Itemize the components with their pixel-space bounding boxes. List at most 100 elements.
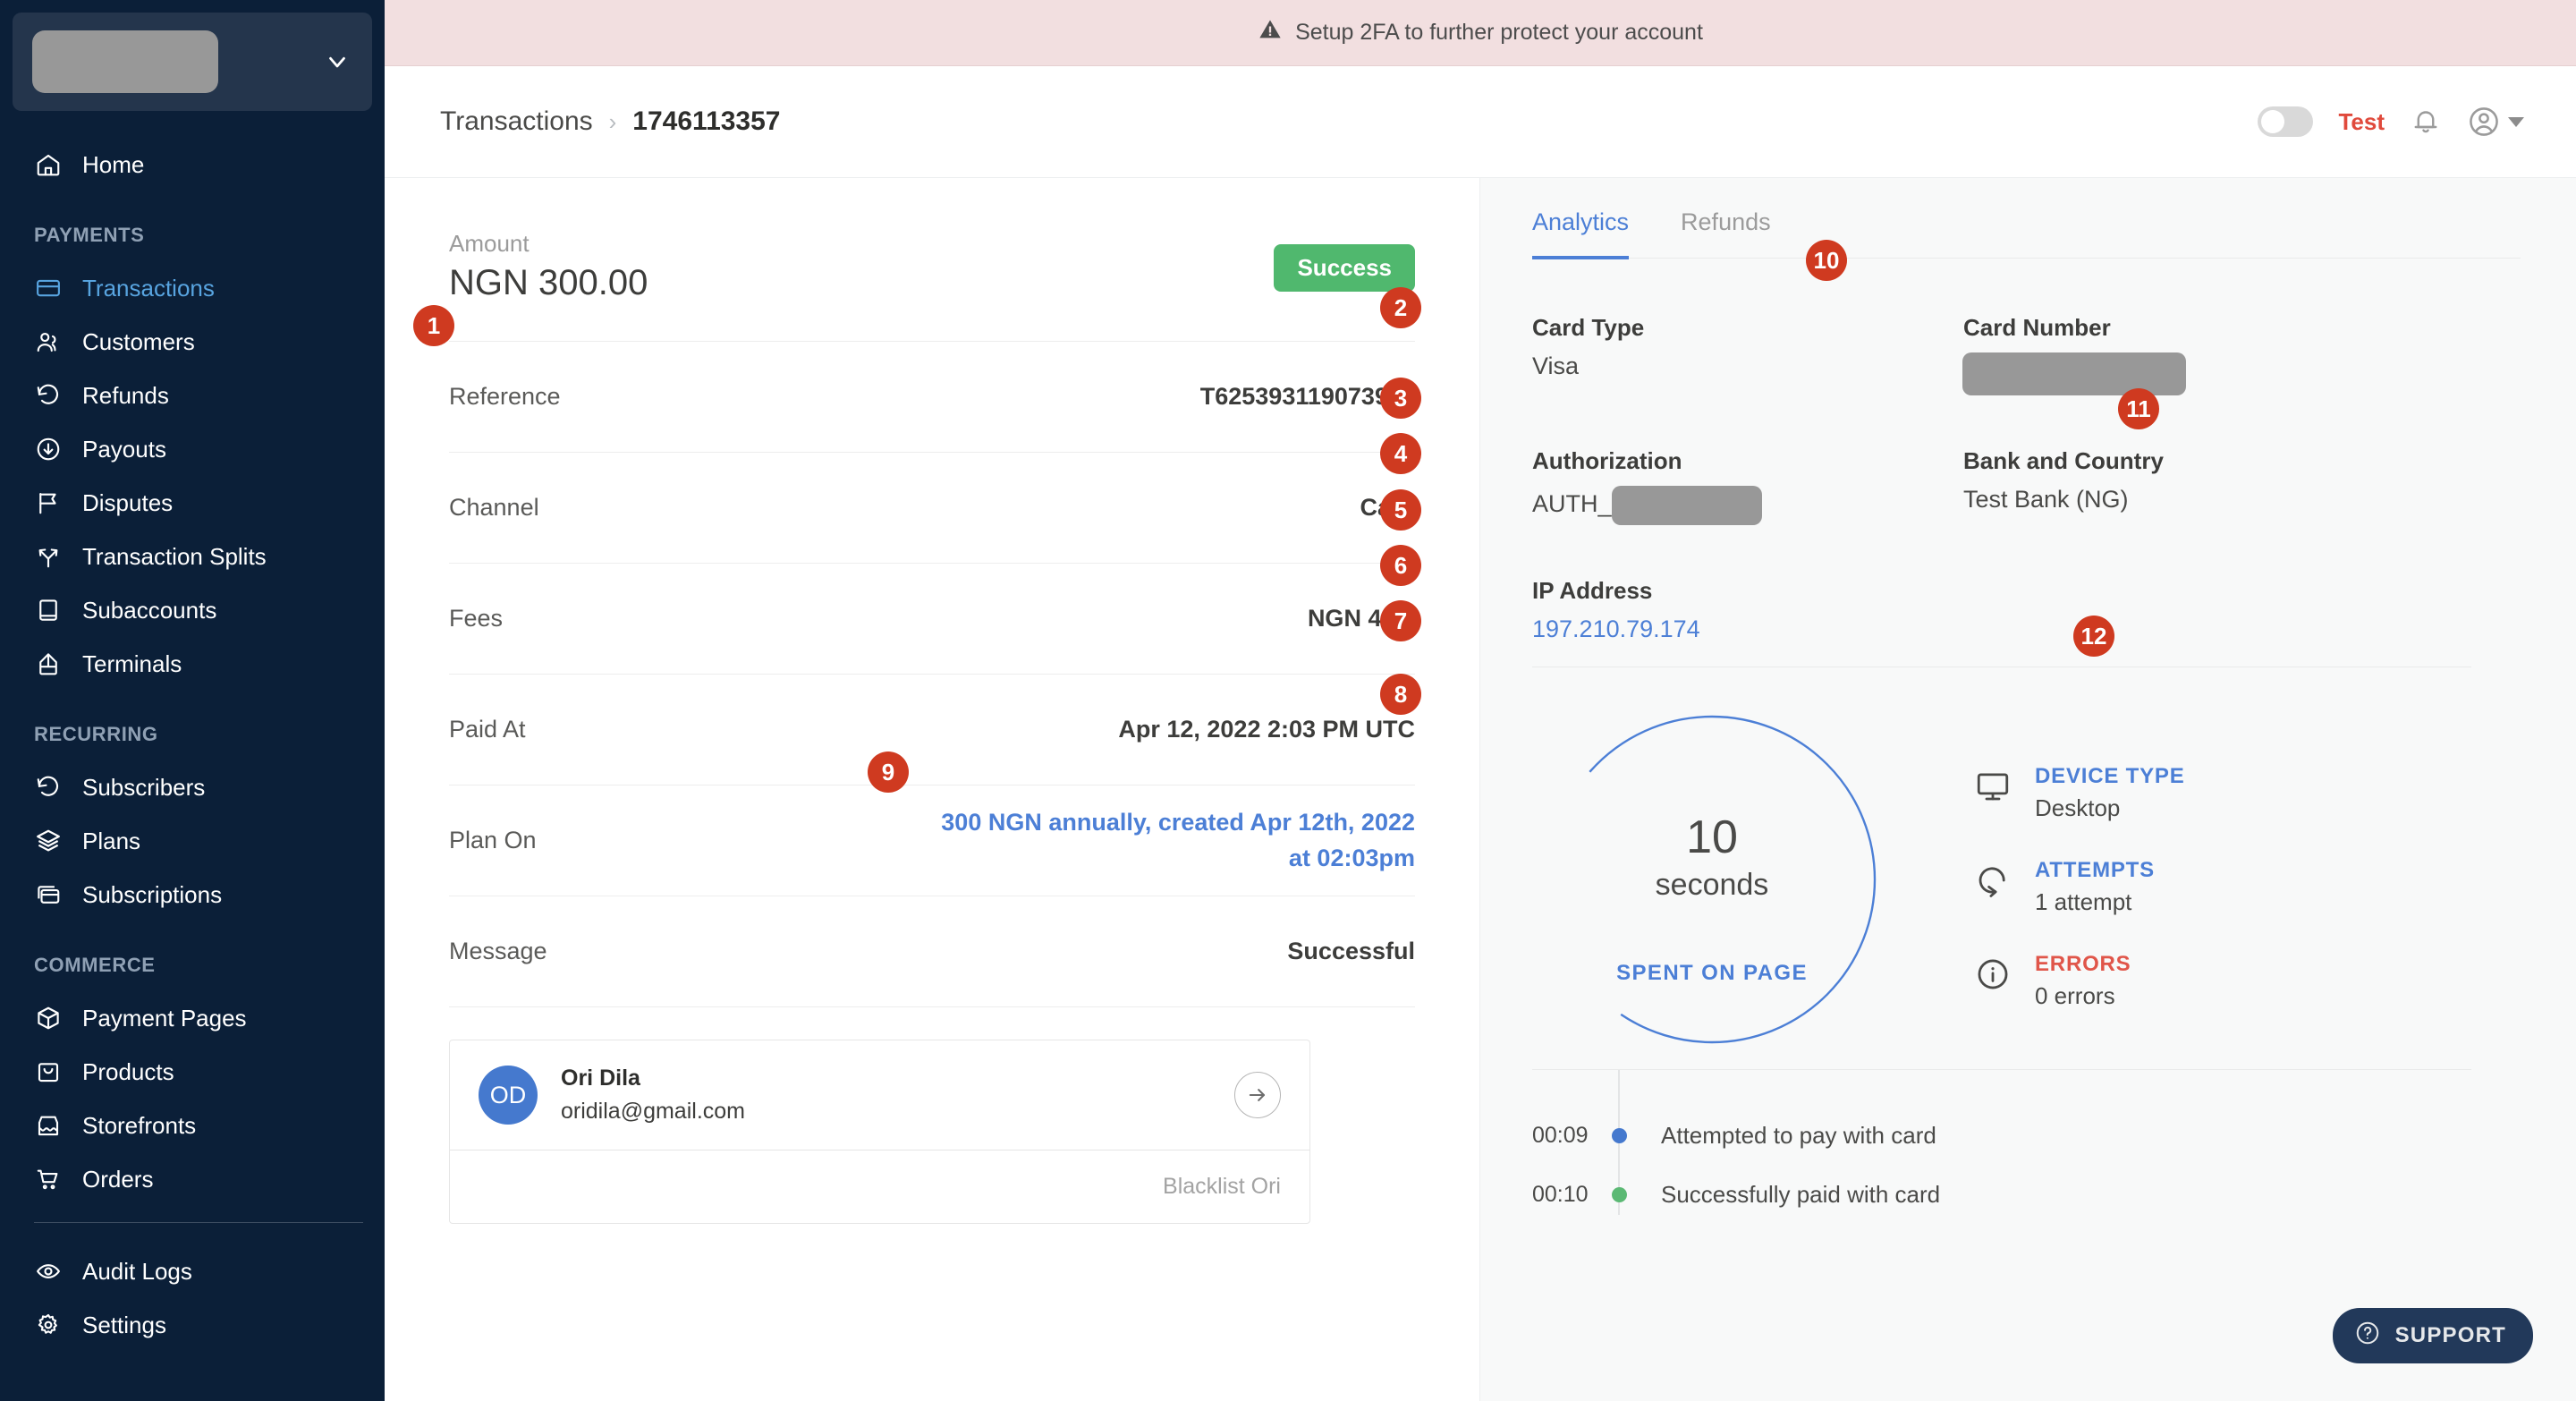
- book-icon: [34, 596, 63, 624]
- gear-icon: [34, 1311, 63, 1339]
- sidebar-item-orders[interactable]: Orders: [0, 1152, 385, 1206]
- field-ip-address: IP Address 197.210.79.174: [1532, 577, 1963, 643]
- gauge-number: 10: [1686, 811, 1738, 863]
- sidebar-item-storefronts[interactable]: Storefronts: [0, 1099, 385, 1152]
- main-area: Setup 2FA to further protect your accoun…: [385, 0, 2576, 1401]
- list-item: 00:09 Attempted to pay with card: [1532, 1106, 2471, 1165]
- sidebar-item-transactions[interactable]: Transactions: [0, 261, 385, 315]
- stat-value: Desktop: [2035, 794, 2121, 821]
- sidebar-item-terminals[interactable]: Terminals: [0, 637, 385, 691]
- stat-value: 0 errors: [2035, 982, 2115, 1009]
- plan-link[interactable]: 300 NGN annually, created Apr 12th, 2022…: [932, 805, 1415, 875]
- row-value: Apr 12, 2022 2:03 PM UTC: [1118, 716, 1415, 743]
- field-label: Card Number: [1963, 314, 2111, 341]
- sidebar-item-label: Subaccounts: [82, 596, 217, 624]
- sidebar-item-refunds[interactable]: Refunds: [0, 369, 385, 422]
- field-label: Authorization: [1532, 447, 1682, 474]
- annotation-badge-11: 11: [2118, 388, 2159, 429]
- amount-label: Amount: [449, 230, 530, 257]
- breadcrumb-current: 1746113357: [632, 106, 781, 136]
- annotation-badge-2: 2: [1380, 287, 1421, 328]
- timeline-dot: [1612, 1127, 1627, 1143]
- page-header: Transactions › 1746113357 Test: [385, 66, 2576, 178]
- stat-title: ATTEMPTS: [2035, 858, 2155, 882]
- stat-title: DEVICE TYPE: [2035, 764, 2185, 788]
- sidebar-item-label: Products: [82, 1057, 174, 1085]
- sidebar-item-audit-logs[interactable]: Audit Logs: [0, 1244, 385, 1298]
- bell-icon[interactable]: [2410, 106, 2442, 138]
- card-details-grid: Card Type Visa Card Number 4 Authorizati…: [1532, 314, 2521, 652]
- breadcrumb-transactions[interactable]: Transactions: [440, 106, 593, 137]
- customer-actions: Blacklist Ori: [450, 1151, 1309, 1223]
- sidebar-item-settings[interactable]: Settings: [0, 1298, 385, 1352]
- sidebar-item-label: Plans: [82, 827, 141, 854]
- sidebar-item-payment-pages[interactable]: Payment Pages: [0, 991, 385, 1045]
- time-on-page-gauge: 10 seconds SPENT ON PAGE: [1546, 714, 1877, 1045]
- row-label: Fees: [449, 605, 504, 632]
- chevron-down-icon[interactable]: [2508, 116, 2524, 127]
- sidebar-item-payouts[interactable]: Payouts: [0, 422, 385, 476]
- refund-icon: [34, 381, 63, 410]
- ip-address-link[interactable]: 197.210.79.174: [1532, 616, 1963, 643]
- annotation-badge-12: 12: [2073, 616, 2114, 657]
- sidebar-item-label: Storefronts: [82, 1111, 197, 1139]
- sidebar-item-label: Home: [82, 150, 145, 178]
- monitor-icon: [1974, 768, 2015, 810]
- table-row: Plan On 300 NGN annually, created Apr 12…: [449, 785, 1415, 896]
- timeline-dot: [1612, 1186, 1627, 1202]
- field-bank-country: Bank and Country Test Bank (NG): [1963, 447, 2394, 525]
- timeline-text: Attempted to pay with card: [1661, 1121, 1936, 1149]
- flag-icon: [34, 488, 63, 517]
- box-icon: [34, 1004, 63, 1032]
- account-switcher[interactable]: [13, 13, 372, 111]
- layers-icon: [34, 827, 63, 855]
- sidebar-section-commerce: COMMERCE: [34, 954, 156, 976]
- arrow-right-icon[interactable]: [1234, 1072, 1281, 1118]
- sidebar-item-label: Transactions: [82, 274, 215, 301]
- gauge-caption: SPENT ON PAGE: [1616, 961, 1808, 985]
- test-mode-toggle[interactable]: [2258, 106, 2314, 137]
- support-button[interactable]: SUPPORT: [2332, 1308, 2533, 1363]
- sidebar-item-disputes[interactable]: Disputes: [0, 476, 385, 530]
- analytics-tabs: Analytics Refunds: [1532, 208, 2521, 259]
- tab-refunds[interactable]: Refunds: [1681, 208, 1771, 258]
- transaction-details-pane: Amount NGN 300.00 Success Reference T625…: [385, 178, 1480, 1401]
- gauge-unit: seconds: [1655, 868, 1769, 902]
- sidebar-item-products[interactable]: Products: [0, 1045, 385, 1099]
- sidebar-item-transaction-splits[interactable]: Transaction Splits: [0, 530, 385, 583]
- table-row: Paid At Apr 12, 2022 2:03 PM UTC: [449, 675, 1415, 785]
- chevron-down-icon[interactable]: [322, 47, 352, 77]
- field-card-type: Card Type Visa: [1532, 314, 1963, 395]
- customer-email: oridila@gmail.com: [561, 1099, 745, 1124]
- split-icon: [34, 542, 63, 571]
- blacklist-button[interactable]: Blacklist Ori: [1163, 1174, 1281, 1200]
- sidebar-item-subaccounts[interactable]: Subaccounts: [0, 583, 385, 637]
- authorization-redacted: [1611, 486, 1762, 525]
- annotation-badge-3: 3: [1380, 378, 1421, 419]
- sidebar-item-label: Payouts: [82, 435, 166, 463]
- breadcrumb-separator-icon: ›: [608, 107, 617, 135]
- sidebar-item-plans[interactable]: Plans: [0, 814, 385, 868]
- amount-block: Amount NGN 300.00 Success: [449, 230, 1415, 303]
- timeline-text: Successfully paid with card: [1661, 1180, 1941, 1208]
- amount-value: NGN 300.00: [449, 263, 648, 302]
- sidebar-item-label: Subscribers: [82, 773, 206, 801]
- sidebar-item-customers[interactable]: Customers: [0, 315, 385, 369]
- annotation-badge-7: 7: [1380, 600, 1421, 641]
- sidebar: Home PAYMENTS Transactions Customers Ref…: [0, 0, 385, 1401]
- row-label: Message: [449, 938, 547, 964]
- sidebar-item-subscriptions[interactable]: Subscriptions: [0, 868, 385, 921]
- field-value: AUTH_: [1532, 486, 1963, 525]
- warning-icon: [1258, 17, 1283, 48]
- stat-errors: ERRORS 0 errors: [1974, 952, 2185, 1010]
- sidebar-item-label: Refunds: [82, 381, 169, 409]
- tab-analytics[interactable]: Analytics: [1532, 208, 1630, 259]
- user-avatar-icon[interactable]: [2467, 105, 2524, 139]
- attempts-icon: [1974, 862, 2015, 904]
- annotation-badge-6: 6: [1380, 545, 1421, 586]
- customer-summary[interactable]: OD Ori Dila oridila@gmail.com: [450, 1040, 1309, 1151]
- sidebar-item-home[interactable]: Home: [0, 138, 385, 191]
- store-icon: [34, 1111, 63, 1140]
- stat-value: 1 attempt: [2035, 888, 2132, 915]
- sidebar-item-subscribers[interactable]: Subscribers: [0, 760, 385, 814]
